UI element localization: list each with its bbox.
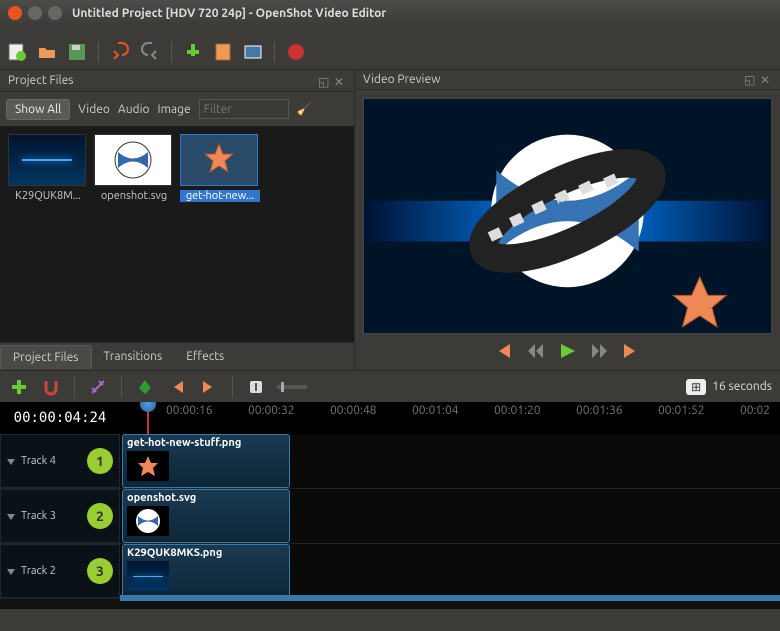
track-row: Track 4 1 get-hot-new-stuff.png <box>0 434 780 489</box>
titlebar: Untitled Project [HDV 720 24p] - OpenSho… <box>0 0 780 26</box>
timeline-clip[interactable]: K29QUK8MKS.png <box>122 544 290 598</box>
prev-marker-icon[interactable] <box>166 376 188 398</box>
save-project-icon[interactable] <box>66 41 88 63</box>
play-icon[interactable] <box>558 342 578 362</box>
timeline-toolbar: ⊞ 16 seconds <box>0 370 780 402</box>
redo-icon[interactable] <box>139 41 161 63</box>
next-marker-icon[interactable] <box>198 376 220 398</box>
timeline: 00:00:04:24 00:00:16 00:00:32 00:00:48 0… <box>0 402 780 609</box>
close-window-icon[interactable] <box>8 6 22 20</box>
project-files-panel: Project Files ◱ ✕ Show All Video Audio I… <box>0 70 355 370</box>
undo-icon[interactable] <box>109 41 131 63</box>
timecode: 00:00:04:24 <box>0 402 120 434</box>
track-badge: 2 <box>87 503 113 529</box>
main-toolbar <box>0 34 780 70</box>
preview-canvas[interactable] <box>363 98 772 334</box>
project-files-title: Project Files <box>8 74 74 87</box>
jump-end-icon[interactable] <box>622 342 642 362</box>
project-files-list: K29QUK8M... openshot.svg get-hot-new... <box>0 126 354 342</box>
new-project-icon[interactable] <box>6 41 28 63</box>
import-files-icon[interactable] <box>182 41 204 63</box>
filter-video[interactable]: Video <box>78 103 110 116</box>
close-panel-icon[interactable]: ✕ <box>760 73 772 85</box>
track-header[interactable]: Track 2 3 <box>0 544 120 598</box>
fullscreen-icon[interactable] <box>242 41 264 63</box>
track-row: Track 3 2 openshot.svg <box>0 489 780 544</box>
video-preview-title: Video Preview <box>363 73 440 86</box>
maximize-window-icon[interactable] <box>48 6 62 20</box>
video-preview-panel: Video Preview ◱ ✕ <box>355 70 780 370</box>
center-playhead-icon[interactable] <box>245 376 267 398</box>
timeline-clip[interactable]: get-hot-new-stuff.png <box>122 434 290 488</box>
project-file-item[interactable]: K29QUK8M... <box>8 134 88 202</box>
track-disclosure-icon[interactable] <box>7 514 15 524</box>
snap-icon[interactable] <box>40 376 62 398</box>
zoom-badge-icon[interactable]: ⊞ <box>686 379 706 395</box>
filter-row: Show All Video Audio Image 🧹 <box>0 92 354 126</box>
close-panel-icon[interactable]: ✕ <box>334 75 346 87</box>
tab-effects[interactable]: Effects <box>174 345 236 368</box>
ruler[interactable]: 00:00:16 00:00:32 00:00:48 00:01:04 00:0… <box>120 402 780 434</box>
track-badge: 3 <box>87 558 113 584</box>
track-header[interactable]: Track 3 2 <box>0 489 120 543</box>
jump-start-icon[interactable] <box>494 342 514 362</box>
track-header[interactable]: Track 4 1 <box>0 434 120 488</box>
filter-input[interactable] <box>199 99 289 119</box>
track-disclosure-icon[interactable] <box>7 459 15 469</box>
menubar <box>0 26 780 34</box>
fast-forward-icon[interactable] <box>590 342 610 362</box>
timeline-clip[interactable]: openshot.svg <box>122 489 290 543</box>
marker-icon[interactable] <box>134 376 156 398</box>
show-all-button[interactable]: Show All <box>6 99 70 120</box>
track-badge: 1 <box>87 448 113 474</box>
minimize-window-icon[interactable] <box>28 6 42 20</box>
filter-audio[interactable]: Audio <box>118 103 150 116</box>
rewind-icon[interactable] <box>526 342 546 362</box>
track-row: Track 2 3 K29QUK8MKS.png <box>0 544 780 599</box>
undock-icon[interactable]: ◱ <box>744 73 756 85</box>
open-project-icon[interactable] <box>36 41 58 63</box>
clear-filter-icon[interactable]: 🧹 <box>297 102 312 116</box>
playhead[interactable] <box>147 402 149 434</box>
add-track-icon[interactable] <box>8 376 30 398</box>
project-file-item[interactable]: get-hot-new... <box>180 134 260 202</box>
project-file-item[interactable]: openshot.svg <box>94 134 174 202</box>
zoom-slider[interactable] <box>277 385 307 389</box>
export-icon[interactable] <box>285 41 307 63</box>
filter-image[interactable]: Image <box>158 103 191 116</box>
undock-icon[interactable]: ◱ <box>318 75 330 87</box>
window-title: Untitled Project [HDV 720 24p] - OpenSho… <box>72 7 386 20</box>
track-disclosure-icon[interactable] <box>7 569 15 579</box>
profile-icon[interactable] <box>212 41 234 63</box>
zoom-label: 16 seconds <box>712 380 772 393</box>
razor-icon[interactable] <box>87 376 109 398</box>
tab-transitions[interactable]: Transitions <box>92 345 175 368</box>
tab-project-files[interactable]: Project Files <box>0 345 92 369</box>
timeline-scrollbar[interactable] <box>120 595 780 601</box>
